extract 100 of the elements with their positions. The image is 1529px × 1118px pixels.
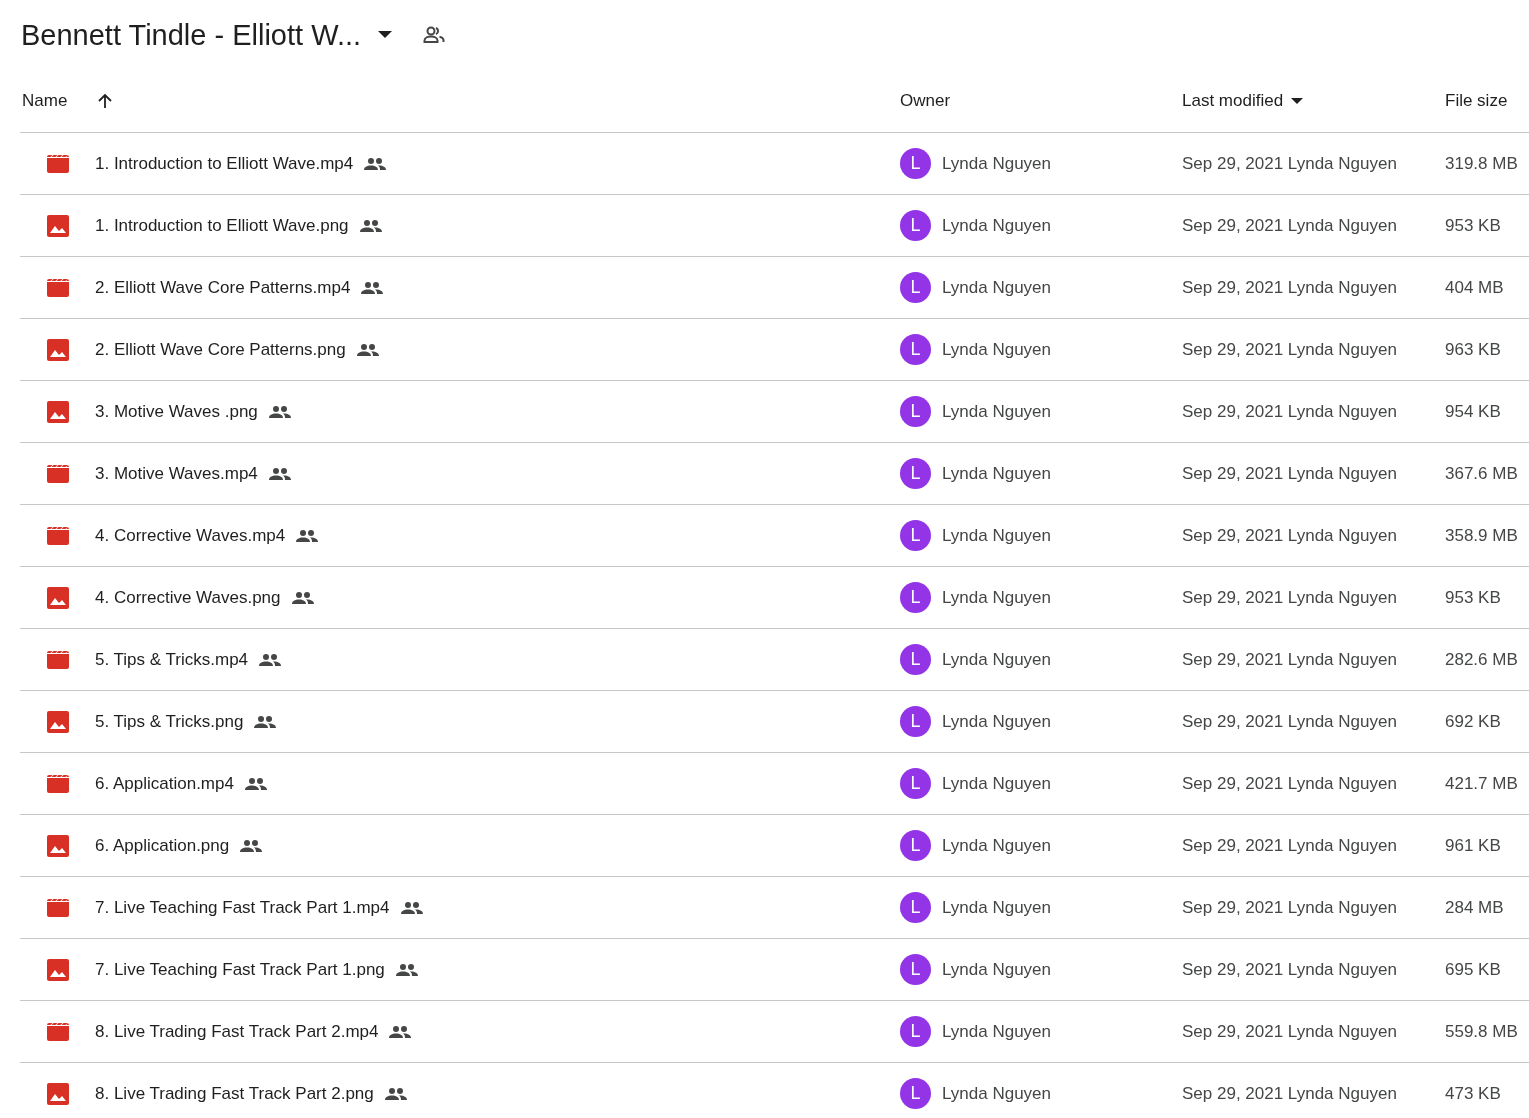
film-clapper-icon bbox=[47, 464, 69, 483]
file-size: 473 KB bbox=[1445, 1083, 1501, 1104]
owner-name: Lynda Nguyen bbox=[942, 773, 1051, 794]
modified-date: Sep 29, 2021 Lynda Nguyen bbox=[1182, 711, 1397, 732]
owner-avatar: L bbox=[900, 458, 931, 489]
film-clapper-icon bbox=[47, 774, 69, 793]
dropdown-caret-icon[interactable] bbox=[378, 31, 393, 39]
owner-name: Lynda Nguyen bbox=[942, 463, 1051, 484]
modified-date: Sep 29, 2021 Lynda Nguyen bbox=[1182, 1021, 1397, 1042]
owner-avatar: L bbox=[900, 706, 931, 737]
image-file-icon bbox=[47, 958, 69, 981]
modified-date: Sep 29, 2021 Lynda Nguyen bbox=[1182, 897, 1397, 918]
file-name[interactable]: 4. Corrective Waves.mp4 bbox=[95, 525, 286, 546]
file-name[interactable]: 1. Introduction to Elliott Wave.mp4 bbox=[95, 153, 354, 174]
owner-avatar: L bbox=[900, 1016, 931, 1047]
file-name[interactable]: 5. Tips & Tricks.png bbox=[95, 711, 244, 732]
modified-date: Sep 29, 2021 Lynda Nguyen bbox=[1182, 339, 1397, 360]
owner-avatar: L bbox=[900, 148, 931, 179]
file-size: 319.8 MB bbox=[1445, 153, 1518, 174]
shared-people-icon bbox=[296, 529, 319, 542]
file-size: 953 KB bbox=[1445, 587, 1501, 608]
owner-avatar: L bbox=[900, 582, 931, 613]
file-size: 695 KB bbox=[1445, 959, 1501, 980]
file-size: 953 KB bbox=[1445, 215, 1501, 236]
owner-avatar: L bbox=[900, 520, 931, 551]
owner-avatar: L bbox=[900, 1078, 931, 1109]
file-size: 358.9 MB bbox=[1445, 525, 1518, 546]
sort-caret-icon[interactable] bbox=[1291, 97, 1304, 105]
shared-people-icon bbox=[384, 1087, 407, 1100]
people-icon[interactable] bbox=[423, 26, 446, 44]
image-file-icon bbox=[47, 586, 69, 609]
owner-avatar: L bbox=[900, 892, 931, 923]
film-clapper-icon bbox=[47, 526, 69, 545]
owner-name: Lynda Nguyen bbox=[942, 525, 1051, 546]
column-header[interactable]: File size bbox=[1445, 91, 1508, 111]
film-clapper-icon bbox=[47, 650, 69, 669]
owner-avatar: L bbox=[900, 272, 931, 303]
file-name[interactable]: 8. Live Trading Fast Track Part 2.mp4 bbox=[95, 1021, 379, 1042]
file-name[interactable]: 6. Application.mp4 bbox=[95, 773, 234, 794]
column-header[interactable]: Owner bbox=[900, 91, 951, 111]
owner-avatar: L bbox=[900, 954, 931, 985]
file-name[interactable]: 6. Application.png bbox=[95, 835, 230, 856]
file-name[interactable]: 8. Live Trading Fast Track Part 2.png bbox=[95, 1083, 374, 1104]
file-name[interactable]: 2. Elliott Wave Core Patterns.png bbox=[95, 339, 346, 360]
owner-name: Lynda Nguyen bbox=[942, 215, 1051, 236]
owner-name: Lynda Nguyen bbox=[942, 897, 1051, 918]
film-clapper-icon bbox=[47, 278, 69, 297]
owner-name: Lynda Nguyen bbox=[942, 587, 1051, 608]
owner-name: Lynda Nguyen bbox=[942, 401, 1051, 422]
modified-date: Sep 29, 2021 Lynda Nguyen bbox=[1182, 835, 1397, 856]
owner-name: Lynda Nguyen bbox=[942, 277, 1051, 298]
file-size: 367.6 MB bbox=[1445, 463, 1518, 484]
image-file-icon bbox=[47, 834, 69, 857]
sort-up-arrow-icon[interactable] bbox=[97, 93, 114, 109]
film-clapper-icon bbox=[47, 1022, 69, 1041]
modified-date: Sep 29, 2021 Lynda Nguyen bbox=[1182, 1083, 1397, 1104]
modified-date: Sep 29, 2021 Lynda Nguyen bbox=[1182, 525, 1397, 546]
shared-people-icon bbox=[259, 653, 282, 666]
owner-name: Lynda Nguyen bbox=[942, 711, 1051, 732]
shared-people-icon bbox=[244, 777, 267, 790]
modified-date: Sep 29, 2021 Lynda Nguyen bbox=[1182, 215, 1397, 236]
film-clapper-icon bbox=[47, 154, 69, 173]
file-name[interactable]: 7. Live Teaching Fast Track Part 1.png bbox=[95, 959, 385, 980]
film-clapper-icon bbox=[47, 898, 69, 917]
file-size: 404 MB bbox=[1445, 277, 1504, 298]
modified-date: Sep 29, 2021 Lynda Nguyen bbox=[1182, 773, 1397, 794]
column-header[interactable]: Name bbox=[22, 91, 68, 111]
modified-date: Sep 29, 2021 Lynda Nguyen bbox=[1182, 587, 1397, 608]
file-size: 559.8 MB bbox=[1445, 1021, 1518, 1042]
file-name[interactable]: 1. Introduction to Elliott Wave.png bbox=[95, 215, 349, 236]
modified-date: Sep 29, 2021 Lynda Nguyen bbox=[1182, 959, 1397, 980]
file-name[interactable]: 5. Tips & Tricks.mp4 bbox=[95, 649, 249, 670]
file-name[interactable]: 4. Corrective Waves.png bbox=[95, 587, 281, 608]
owner-name: Lynda Nguyen bbox=[942, 959, 1051, 980]
modified-date: Sep 29, 2021 Lynda Nguyen bbox=[1182, 463, 1397, 484]
image-file-icon bbox=[47, 1082, 69, 1105]
owner-avatar: L bbox=[900, 830, 931, 861]
owner-avatar: L bbox=[900, 768, 931, 799]
file-name[interactable]: 3. Motive Waves.mp4 bbox=[95, 463, 258, 484]
file-size: 961 KB bbox=[1445, 835, 1501, 856]
owner-name: Lynda Nguyen bbox=[942, 649, 1051, 670]
file-size: 954 KB bbox=[1445, 401, 1501, 422]
folder-title[interactable]: Bennett Tindle - Elliott W... bbox=[21, 18, 362, 52]
shared-people-icon bbox=[268, 467, 291, 480]
file-name[interactable]: 3. Motive Waves .png bbox=[95, 401, 258, 422]
file-size: 284 MB bbox=[1445, 897, 1504, 918]
column-header[interactable]: Last modified bbox=[1182, 91, 1284, 111]
shared-people-icon bbox=[291, 591, 314, 604]
shared-people-icon bbox=[240, 839, 263, 852]
file-size: 421.7 MB bbox=[1445, 773, 1518, 794]
file-name[interactable]: 7. Live Teaching Fast Track Part 1.mp4 bbox=[95, 897, 390, 918]
modified-date: Sep 29, 2021 Lynda Nguyen bbox=[1182, 401, 1397, 422]
owner-name: Lynda Nguyen bbox=[942, 339, 1051, 360]
shared-people-icon bbox=[364, 157, 387, 170]
owner-avatar: L bbox=[900, 210, 931, 241]
owner-name: Lynda Nguyen bbox=[942, 835, 1051, 856]
image-file-icon bbox=[47, 710, 69, 733]
owner-avatar: L bbox=[900, 644, 931, 675]
file-name[interactable]: 2. Elliott Wave Core Patterns.mp4 bbox=[95, 277, 351, 298]
owner-name: Lynda Nguyen bbox=[942, 153, 1051, 174]
